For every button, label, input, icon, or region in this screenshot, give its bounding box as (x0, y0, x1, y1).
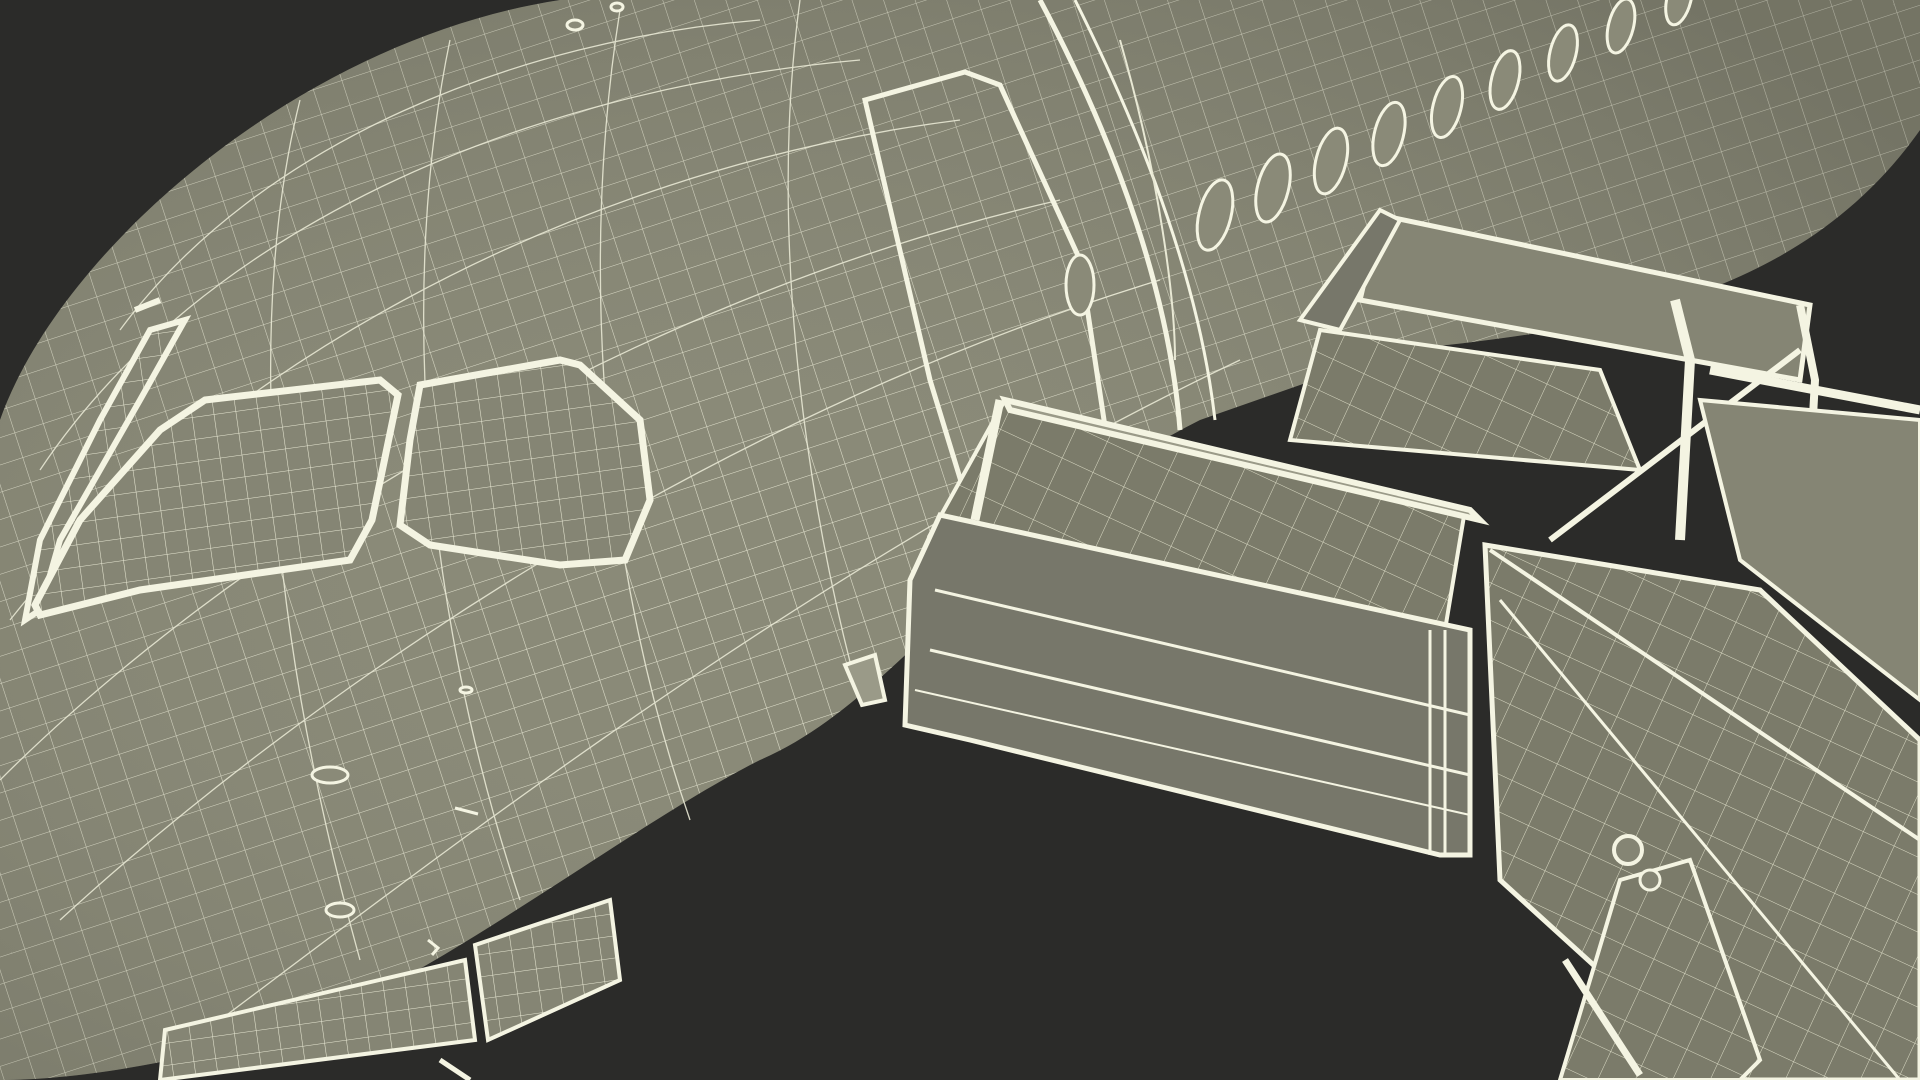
antenna-mark (310, 765, 350, 785)
stairs-pivot (1612, 834, 1644, 866)
door-window (1064, 253, 1096, 317)
sensor-mark (458, 685, 474, 695)
stairs-rear-panel (1287, 327, 1644, 473)
pitot-mark (565, 18, 585, 32)
stairs-pivot (1638, 868, 1662, 892)
wireframe-render (0, 0, 1920, 1080)
gear-strut (438, 1057, 472, 1080)
cockpit-window-right (396, 356, 654, 569)
pitot-mark (609, 1, 625, 13)
antenna-mark (324, 901, 356, 919)
